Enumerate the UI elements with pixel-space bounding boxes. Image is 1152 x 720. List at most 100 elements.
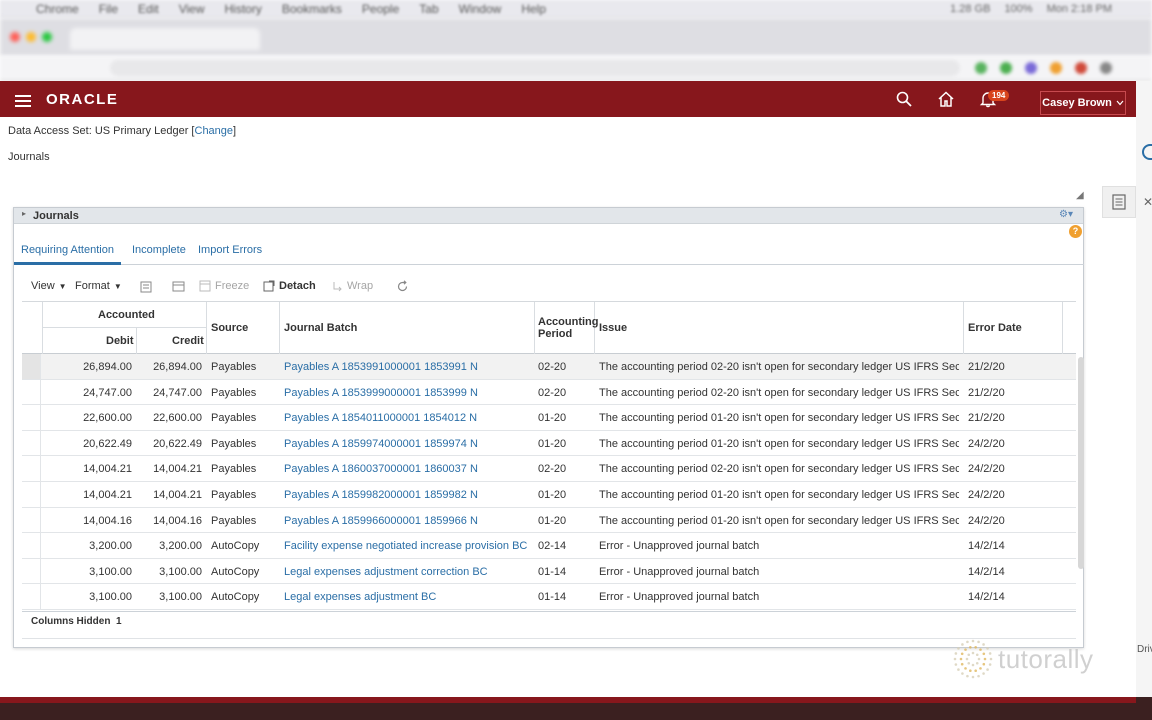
- disclosure-triangle-icon[interactable]: ▸: [22, 209, 26, 218]
- row-selector[interactable]: [22, 379, 41, 405]
- search-icon[interactable]: [895, 90, 913, 108]
- issue-cell: Error - Unapproved journal batch: [599, 591, 760, 604]
- export-icon[interactable]: [140, 280, 154, 294]
- journal-batch-link[interactable]: Payables A 1859974000001 1859974 N: [284, 438, 532, 450]
- view-menu[interactable]: View ▼: [31, 280, 67, 292]
- row-selector[interactable]: [22, 354, 41, 379]
- table-row[interactable]: 24,747.00 24,747.00 Payables Payables A 185…: [22, 379, 1076, 406]
- extension-icon[interactable]: [1000, 62, 1012, 74]
- menu-help[interactable]: Help: [521, 2, 546, 16]
- table-row[interactable]: 26,894.00 26,894.00 Payables Payables A 185…: [22, 354, 1076, 380]
- vertical-scrollbar[interactable]: [1078, 357, 1084, 569]
- menu-window[interactable]: Window: [459, 2, 502, 16]
- extension-icon[interactable]: [1025, 62, 1037, 74]
- refresh-icon[interactable]: [396, 280, 409, 293]
- window-zoom-icon[interactable]: [42, 32, 52, 42]
- col-credit[interactable]: Credit: [172, 335, 204, 347]
- table-row[interactable]: 3,200.00 3,200.00 AutoCopy Facility expense…: [22, 533, 1076, 559]
- oracle-logo[interactable]: ORACLE: [46, 91, 118, 108]
- error-date-cell: 21/2/20: [968, 412, 1005, 425]
- menu-edit[interactable]: Edit: [138, 2, 159, 16]
- browser-tab[interactable]: [70, 28, 260, 50]
- freeze-button[interactable]: Freeze: [199, 280, 249, 292]
- detach-button[interactable]: Detach: [263, 280, 316, 292]
- row-selector[interactable]: [22, 533, 41, 558]
- journal-batch-link[interactable]: Payables A 1860037000001 1860037 N: [284, 463, 532, 475]
- menu-chrome[interactable]: Chrome: [36, 2, 79, 16]
- browser-tab-strip: [0, 18, 1152, 56]
- row-selector[interactable]: [22, 558, 41, 584]
- debit-cell: 22,600.00: [83, 412, 132, 425]
- row-selector[interactable]: [22, 430, 41, 456]
- tutorally-logo-icon: [953, 639, 993, 679]
- row-selector[interactable]: [22, 584, 41, 609]
- resize-handle-icon[interactable]: ◢: [1076, 190, 1084, 201]
- table-row[interactable]: 22,600.00 22,600.00 Payables Payables A 185…: [22, 405, 1076, 431]
- gear-icon[interactable]: ⚙▾: [1059, 209, 1073, 220]
- tab-import-errors[interactable]: Import Errors: [198, 244, 262, 262]
- change-link[interactable]: Change: [195, 125, 234, 137]
- journal-batch-link[interactable]: Payables A 1853999000001 1853999 N: [284, 387, 532, 399]
- profile-icon[interactable]: [1100, 62, 1112, 74]
- table-row[interactable]: 20,622.49 20,622.49 Payables Payables A 185…: [22, 430, 1076, 457]
- user-menu-button[interactable]: Casey Brown: [1040, 91, 1126, 115]
- side-panel-tab-icon[interactable]: [1142, 144, 1152, 160]
- row-selector[interactable]: [22, 456, 41, 481]
- menu-bookmarks[interactable]: Bookmarks: [282, 2, 342, 16]
- source-cell: Payables: [211, 437, 257, 450]
- col-period[interactable]: Period: [538, 328, 572, 340]
- table-row[interactable]: 14,004.21 14,004.21 Payables Payables A 186…: [22, 456, 1076, 482]
- table-row[interactable]: 3,100.00 3,100.00 AutoCopy Legal expenses a…: [22, 558, 1076, 585]
- document-panel-icon[interactable]: [1102, 186, 1136, 218]
- tab-requiring-attention[interactable]: Requiring Attention: [14, 244, 121, 265]
- source-cell: Payables: [211, 489, 257, 501]
- col-source[interactable]: Source: [211, 322, 248, 334]
- credit-cell: 3,100.00: [159, 591, 202, 604]
- format-menu[interactable]: Format ▼: [75, 280, 122, 292]
- debit-cell: 14,004.21: [83, 489, 132, 501]
- journal-batch-link[interactable]: Facility expense negotiated increase pro…: [284, 540, 532, 552]
- hamburger-menu-icon[interactable]: [15, 95, 31, 107]
- menu-file[interactable]: File: [99, 2, 118, 16]
- row-selector[interactable]: [22, 405, 41, 430]
- table-row[interactable]: 14,004.21 14,004.21 Payables Payables A 185…: [22, 482, 1076, 508]
- table-row[interactable]: 3,100.00 3,100.00 AutoCopy Legal expenses a…: [22, 584, 1076, 610]
- window-close-icon[interactable]: [10, 32, 20, 42]
- menu-people[interactable]: People: [362, 2, 399, 16]
- extension-icon[interactable]: [1075, 62, 1087, 74]
- close-icon[interactable]: ✕: [1143, 195, 1152, 209]
- panel-header: ▸ Journals ⚙▾: [14, 208, 1083, 224]
- journal-batch-link[interactable]: Payables A 1854011000001 1854012 N: [284, 412, 532, 424]
- journal-batch-link[interactable]: Payables A 1859966000001 1859966 N: [284, 515, 532, 527]
- wrap-button[interactable]: Wrap: [331, 280, 373, 292]
- journal-batch-link[interactable]: Legal expenses adjustment BC: [284, 591, 532, 603]
- journal-batch-link[interactable]: Payables A 1859982000001 1859982 N: [284, 489, 532, 501]
- browser-address-bar[interactable]: [0, 56, 1152, 81]
- window-minimize-icon[interactable]: [26, 32, 36, 42]
- menu-tab[interactable]: Tab: [419, 2, 438, 16]
- home-icon[interactable]: [937, 90, 955, 108]
- extension-icon[interactable]: [1050, 62, 1062, 74]
- credit-cell: 14,004.16: [153, 514, 202, 527]
- col-debit[interactable]: Debit: [106, 335, 134, 347]
- format-label: Format: [75, 280, 110, 292]
- dock-area: [0, 697, 1152, 720]
- tab-incomplete[interactable]: Incomplete: [132, 244, 186, 262]
- debit-cell: 3,100.00: [89, 591, 132, 604]
- col-accounting[interactable]: Accounting: [538, 316, 599, 328]
- window-gutter: [1136, 81, 1152, 701]
- extension-icon[interactable]: [975, 62, 987, 74]
- col-error-date[interactable]: Error Date: [968, 322, 1022, 334]
- col-issue[interactable]: Issue: [599, 322, 627, 334]
- journal-batch-link[interactable]: Payables A 1853991000001 1853991 N: [284, 361, 532, 373]
- menu-view[interactable]: View: [179, 2, 205, 16]
- debit-cell: 24,747.00: [83, 386, 132, 399]
- journal-batch-link[interactable]: Legal expenses adjustment correction BC: [284, 566, 532, 578]
- row-selector[interactable]: [22, 482, 41, 507]
- table-row[interactable]: 14,004.16 14,004.16 Payables Payables A 185…: [22, 507, 1076, 534]
- row-selector[interactable]: [22, 507, 41, 533]
- menu-history[interactable]: History: [225, 2, 262, 16]
- help-icon[interactable]: ?: [1069, 225, 1082, 238]
- col-journal-batch[interactable]: Journal Batch: [284, 322, 357, 334]
- query-by-example-icon[interactable]: [172, 280, 186, 294]
